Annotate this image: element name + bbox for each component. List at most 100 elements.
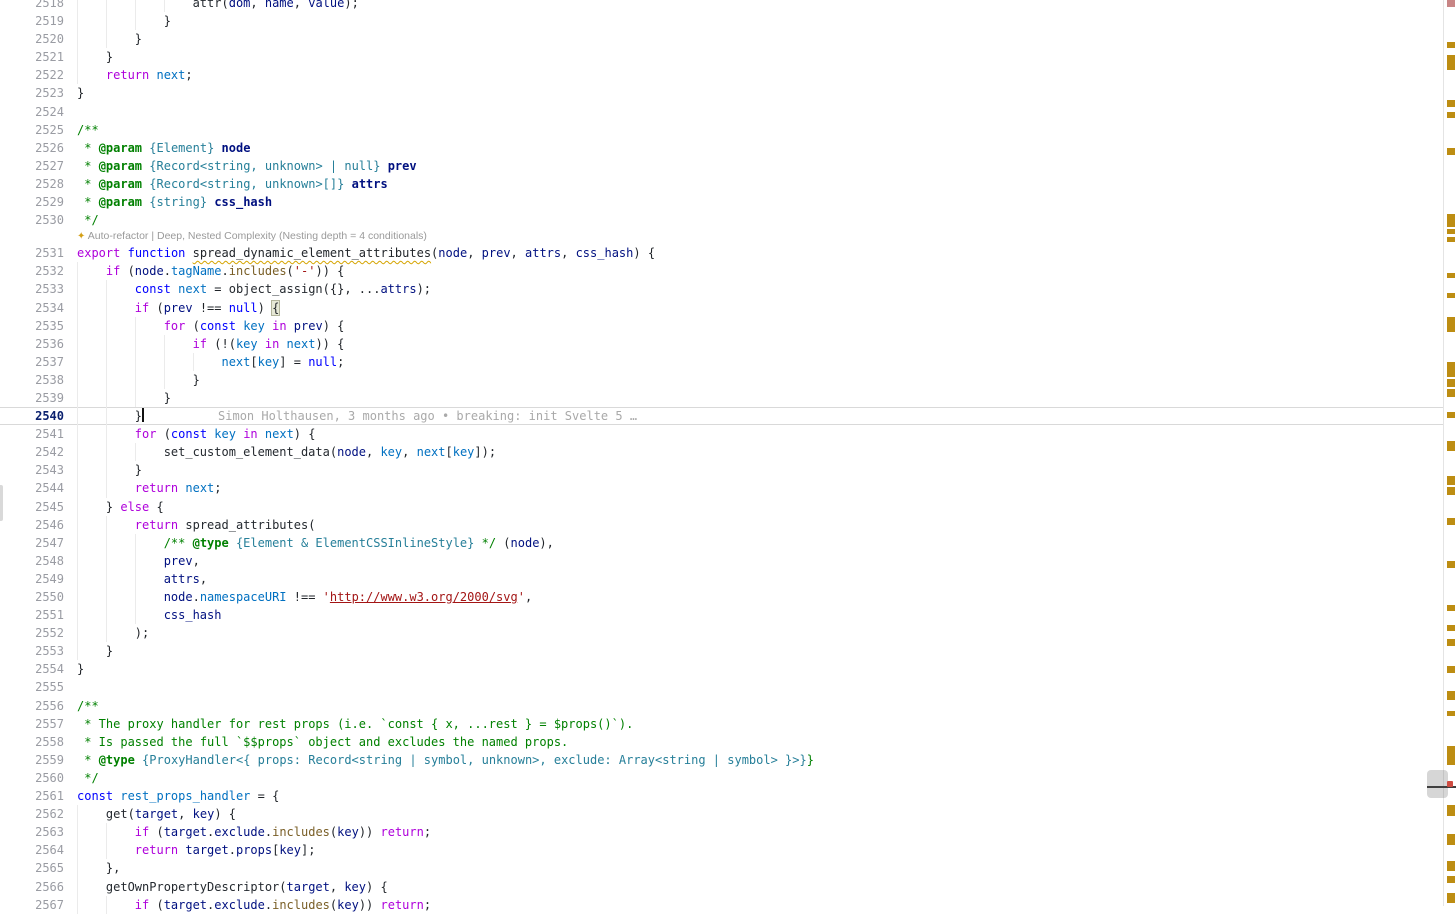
line-number[interactable]: 2533 [0,280,64,298]
warning-marker[interactable] [1447,293,1455,298]
code-line[interactable]: 2551css_hash [0,606,1443,624]
code-line[interactable]: 2565}, [0,859,1443,877]
code-line[interactable]: 2518 attr(dom, name, value); [0,0,1443,12]
warning-marker[interactable] [1447,100,1455,107]
line-number[interactable]: 2562 [0,805,64,823]
warning-marker[interactable] [1447,487,1455,495]
warning-marker[interactable] [1447,379,1455,387]
code-text[interactable]: } [106,642,113,660]
error-marker[interactable] [1447,0,1455,7]
line-number[interactable]: 2539 [0,389,64,407]
code-line[interactable]: 2545} else { [0,498,1443,516]
code-line[interactable]: 2544return next; [0,479,1443,497]
code-line[interactable]: 2530 */ [0,211,1443,229]
code-line[interactable]: 2566getOwnPropertyDescriptor(target, key… [0,878,1443,896]
code-text[interactable]: if (target.exclude.includes(key)) return… [135,823,431,841]
line-number[interactable]: 2545 [0,498,64,516]
code-text[interactable]: export function spread_dynamic_element_a… [77,244,655,262]
code-text[interactable]: getOwnPropertyDescriptor(target, key) { [106,878,388,896]
warning-marker[interactable] [1447,42,1455,48]
code-line[interactable]: 2527 * @param {Record<string, unknown> |… [0,157,1443,175]
code-text[interactable]: * @param {Element} node [77,139,250,157]
code-line[interactable]: 2557 * The proxy handler for rest props … [0,715,1443,733]
line-number[interactable]: 2529 [0,193,64,211]
line-number[interactable]: 2559 [0,751,64,769]
line-number[interactable]: 2522 [0,66,64,84]
code-line[interactable]: 2554} [0,660,1443,678]
code-lens-hint[interactable]: ✦ Auto-refactor | Deep, Nested Complexit… [77,230,427,242]
warning-marker[interactable] [1447,148,1455,155]
line-number[interactable]: 2554 [0,660,64,678]
code-text[interactable]: const next = object_assign({}, ...attrs)… [135,280,431,298]
code-text[interactable]: return spread_attributes( [135,516,316,534]
warning-marker[interactable] [1447,237,1455,242]
code-line[interactable]: 2552); [0,624,1443,642]
code-line[interactable]: 2548 prev, [0,552,1443,570]
line-number[interactable]: 2535 [0,317,64,335]
code-text[interactable]: } [77,660,84,678]
line-number[interactable]: 2524 [0,103,64,121]
code-line[interactable]: 2553} [0,642,1443,660]
warning-marker[interactable] [1447,805,1455,816]
code-line[interactable]: 2521} [0,48,1443,66]
line-number[interactable]: 2518 [0,0,64,12]
line-number[interactable]: 2560 [0,769,64,787]
code-text[interactable]: attr(dom, name, value); [193,0,359,12]
code-text[interactable]: return next; [106,66,193,84]
line-number[interactable]: 2520 [0,30,64,48]
code-line[interactable]: 2542set_custom_element_data(node, key, n… [0,443,1443,461]
code-text[interactable]: } [106,48,113,66]
warning-marker[interactable] [1447,893,1455,903]
warning-marker[interactable] [1447,389,1455,397]
code-line[interactable]: 2532if (node.tagName.includes('-')) { [0,262,1443,280]
code-text[interactable]: for (const key in prev) { [164,317,345,335]
line-number[interactable]: 2565 [0,859,64,877]
code-text[interactable]: } [193,371,200,389]
code-text[interactable]: /** [77,121,99,139]
code-text[interactable]: }Simon Holthausen, 3 months ago • breaki… [135,407,637,425]
line-number[interactable]: 2523 [0,84,64,102]
code-line[interactable]: 2567if (target.exclude.includes(key)) re… [0,896,1443,914]
code-line[interactable]: 2526 * @param {Element} node [0,139,1443,157]
code-text[interactable]: const rest_props_handler = { [77,787,279,805]
line-number[interactable]: 2540 [0,407,64,425]
line-number[interactable]: 2531 [0,244,64,262]
code-line[interactable]: 2559 * @type {ProxyHandler<{ props: Reco… [0,751,1443,769]
warning-marker[interactable] [1447,876,1455,883]
code-text[interactable]: } [77,84,84,102]
code-text[interactable]: * The proxy handler for rest props (i.e.… [77,715,633,733]
warning-marker[interactable] [1447,229,1455,234]
line-number[interactable]: 2519 [0,12,64,30]
warning-marker[interactable] [1447,666,1455,673]
code-text[interactable]: * Is passed the full `$$props` object an… [77,733,568,751]
code-line[interactable]: 2533 const next = object_assign({}, ...at… [0,280,1443,298]
line-number[interactable]: 2543 [0,461,64,479]
code-text[interactable]: * @param {string} css_hash [77,193,272,211]
warning-marker[interactable] [1447,273,1455,278]
code-line[interactable]: 2561 const rest_props_handler = { [0,787,1443,805]
line-number[interactable]: 2552 [0,624,64,642]
code-line[interactable]: 2560 */ [0,769,1443,787]
warning-marker[interactable] [1447,214,1455,227]
code-line[interactable]: 2529 * @param {string} css_hash [0,193,1443,211]
line-number[interactable]: 2561 [0,787,64,805]
code-text[interactable]: prev, [164,552,200,570]
line-number[interactable]: 2525 [0,121,64,139]
line-number[interactable]: 2563 [0,823,64,841]
code-text[interactable]: return next; [135,479,222,497]
code-line[interactable]: 2541for (const key in next) { [0,425,1443,443]
code-line[interactable]: 2534if (prev !== null) { [0,299,1443,317]
code-text[interactable]: node.namespaceURI !== 'http://www.w3.org… [164,588,533,606]
code-line[interactable]: 2537 next[key] = null; [0,353,1443,371]
code-lines-area[interactable]: 2518attr(dom, name, value);2519}2520}252… [0,0,1443,914]
code-text[interactable]: next[key] = null; [221,353,344,371]
line-number[interactable]: 2537 [0,353,64,371]
line-number[interactable]: 2547 [0,534,64,552]
code-text[interactable]: if (node.tagName.includes('-')) { [106,262,344,280]
line-number[interactable]: 2548 [0,552,64,570]
code-line[interactable]: 2528 * @param {Record<string, unknown>[]… [0,175,1443,193]
warning-marker[interactable] [1447,639,1455,646]
warning-marker[interactable] [1447,412,1455,418]
code-text[interactable]: * @param {Record<string, unknown> | null… [77,157,417,175]
line-number[interactable]: 2530 [0,211,64,229]
